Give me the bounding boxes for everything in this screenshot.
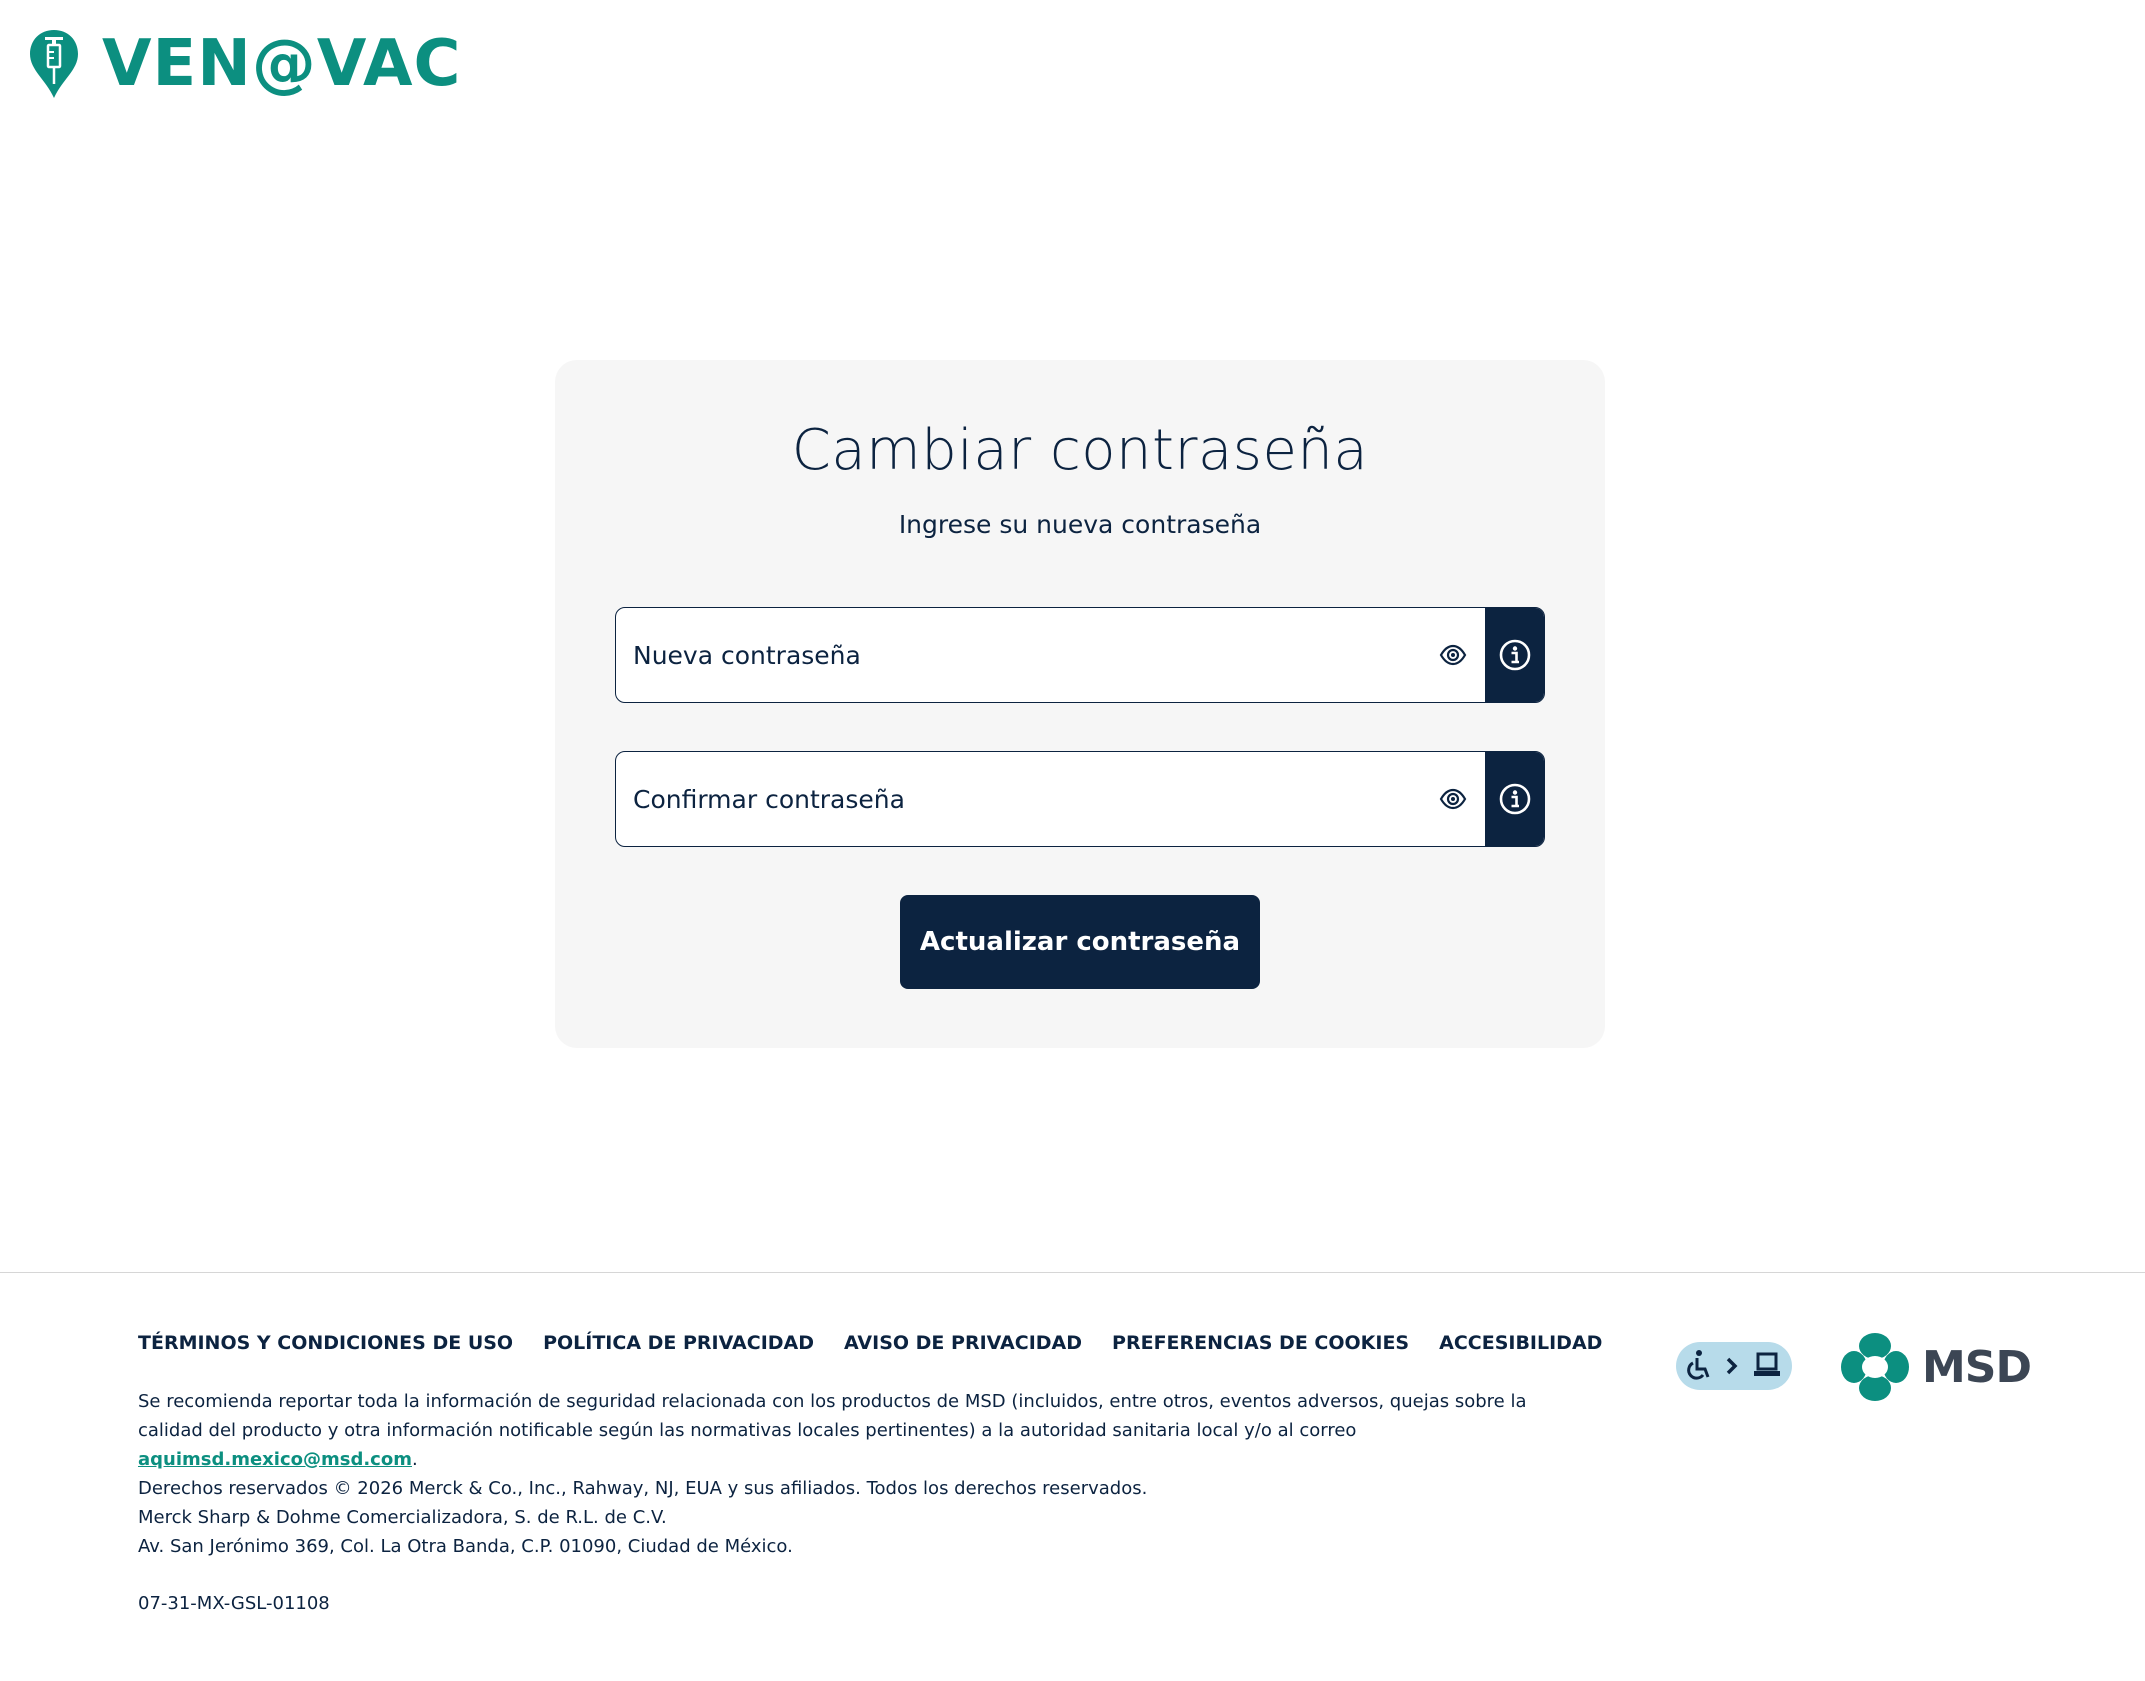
change-password-card: Cambiar contraseña Ingrese su nueva cont…	[555, 360, 1605, 1048]
footer-link-privacy-notice[interactable]: AVISO DE PRIVACIDAD	[844, 1332, 1082, 1354]
page-title: Cambiar contraseña	[791, 418, 1369, 483]
company-name-line: Merck Sharp & Dohme Comercializadora, S.…	[138, 1507, 667, 1528]
footer-divider	[0, 1272, 2145, 1273]
msd-mark-icon	[1841, 1333, 1909, 1401]
footer-nav: TÉRMINOS Y CONDICIONES DE USO POLÍTICA D…	[138, 1332, 1602, 1354]
eye-icon[interactable]	[1421, 752, 1485, 846]
footer-link-privacy-policy[interactable]: POLÍTICA DE PRIVACIDAD	[543, 1332, 814, 1354]
footer-link-cookie-preferences[interactable]: PREFERENCIAS DE COOKIES	[1112, 1332, 1409, 1354]
new-password-field	[615, 607, 1545, 703]
confirm-password-input[interactable]	[616, 752, 1421, 846]
venavac-logo[interactable]: VEN@VAC	[28, 28, 462, 100]
info-icon[interactable]	[1485, 752, 1544, 846]
logo-text: VEN@VAC	[102, 27, 462, 101]
footer-link-accessibility[interactable]: ACCESIBILIDAD	[1439, 1332, 1602, 1354]
copyright-block: Derechos reservados © 2026 Merck & Co., …	[138, 1474, 1578, 1561]
safety-notice: Se recomienda reportar toda la informaci…	[138, 1387, 1578, 1474]
accessibility-icon[interactable]	[1672, 1340, 1796, 1392]
address-line: Av. San Jerónimo 369, Col. La Otra Banda…	[138, 1536, 793, 1557]
msd-logo[interactable]: MSD	[1840, 1332, 2032, 1402]
safety-email-link[interactable]: aquimsd.mexico@msd.com	[138, 1449, 412, 1470]
update-password-button[interactable]: Actualizar contraseña	[900, 895, 1260, 989]
page-subtitle: Ingrese su nueva contraseña	[898, 510, 1262, 539]
eye-icon[interactable]	[1421, 608, 1485, 702]
footer-link-terms[interactable]: TÉRMINOS Y CONDICIONES DE USO	[138, 1332, 513, 1354]
safety-notice-end: .	[411, 1449, 418, 1470]
safety-notice-text: Se recomienda reportar toda la informaci…	[138, 1391, 1527, 1441]
confirm-password-field	[615, 751, 1545, 847]
document-code: 07-31-MX-GSL-01108	[138, 1593, 330, 1614]
copyright-line: Derechos reservados © 2026 Merck & Co., …	[138, 1478, 1148, 1499]
msd-logo-text: MSD	[1922, 1341, 2032, 1393]
new-password-input[interactable]	[616, 608, 1421, 702]
syringe-pin-icon	[30, 30, 78, 98]
info-icon[interactable]	[1485, 608, 1544, 702]
